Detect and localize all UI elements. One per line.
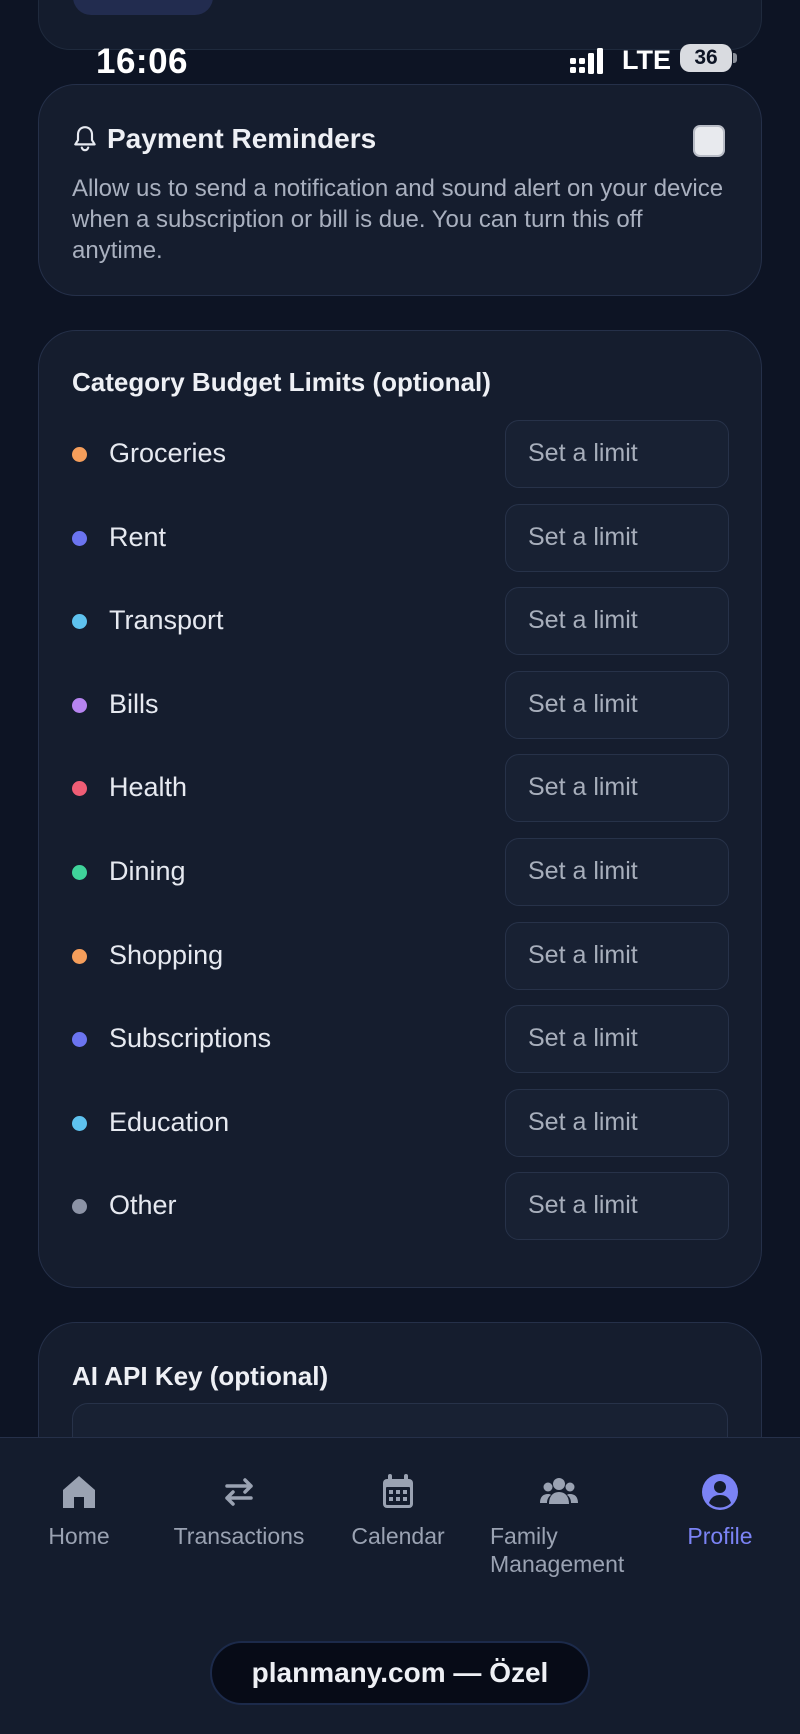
api-key-title: AI API Key (optional) <box>72 1361 329 1391</box>
bell-icon <box>74 126 96 152</box>
network-type: LTE <box>622 45 671 75</box>
limit-input-education[interactable]: Set a limit <box>505 1088 729 1157</box>
category-color-dot <box>72 1199 87 1215</box>
category-label: Subscriptions <box>109 1023 272 1054</box>
category-color-dot <box>72 781 87 797</box>
limit-input-other[interactable]: Set a limit <box>505 1172 729 1241</box>
nav-item-home[interactable]: Home <box>4 1472 154 1550</box>
limit-input-groceries[interactable]: Set a limit <box>505 420 729 488</box>
category-color-dot <box>72 614 87 630</box>
status-time: 16:06 <box>96 42 189 81</box>
category-label: Health <box>109 772 188 803</box>
budget-row-rent: Rent Set a limit <box>39 503 759 572</box>
budget-row-dining: Dining Set a limit <box>39 838 759 906</box>
nav-label-home: Home <box>48 1523 110 1549</box>
category-color-dot <box>72 948 87 964</box>
previous-card-button[interactable] <box>73 0 213 15</box>
nav-item-transactions[interactable]: Transactions <box>164 1472 314 1550</box>
home-icon <box>63 1476 95 1508</box>
category-label: Other <box>109 1190 177 1221</box>
limit-input-transport[interactable]: Set a limit <box>505 587 729 656</box>
battery-tip <box>733 53 737 63</box>
budget-row-shopping: Shopping Set a limit <box>39 921 759 990</box>
category-label: Bills <box>109 688 159 719</box>
budget-row-other: Other Set a limit <box>39 1172 759 1241</box>
category-budget-card: Category Budget Limits (optional) Grocer… <box>38 330 762 1288</box>
nav-item-profile[interactable]: Profile <box>645 1472 795 1550</box>
domain-badge: planmany.com — Özel <box>210 1641 590 1705</box>
payment-reminders-checkbox[interactable] <box>693 125 725 157</box>
budget-row-education: Education Set a limit <box>39 1088 759 1157</box>
budget-row-subscriptions: Subscriptions Set a limit <box>39 1005 759 1074</box>
nav-label-calendar: Calendar <box>351 1523 445 1549</box>
category-color-dot <box>72 1032 87 1048</box>
nav-label-family-management: Family Management <box>490 1523 625 1577</box>
nav-item-family-management[interactable]: Family Management <box>484 1472 634 1578</box>
payment-reminders-card: Payment Reminders Allow us to send a not… <box>38 84 762 296</box>
payment-reminders-title: Payment Reminders <box>107 123 377 154</box>
payment-reminders-description: Allow us to send a notification and soun… <box>72 175 724 264</box>
category-color-dot <box>72 530 87 546</box>
limit-input-health[interactable]: Set a limit <box>505 754 729 823</box>
nav-label-transactions: Transactions <box>173 1523 305 1549</box>
status-bar: 16:06 LTE 36 <box>0 38 800 82</box>
category-color-dot <box>72 697 87 713</box>
category-label: Rent <box>109 521 167 552</box>
budget-row-health: Health Set a limit <box>39 754 759 823</box>
limit-input-shopping[interactable]: Set a limit <box>505 921 729 990</box>
family-group-icon <box>540 1478 578 1504</box>
category-label: Groceries <box>109 438 227 468</box>
limit-input-rent[interactable]: Set a limit <box>505 503 729 572</box>
budget-row-bills: Bills Set a limit <box>39 670 759 739</box>
category-label: Transport <box>109 605 224 636</box>
battery-icon: 36 <box>680 44 732 72</box>
limit-input-subscriptions[interactable]: Set a limit <box>505 1005 729 1074</box>
nav-item-calendar[interactable]: Calendar <box>323 1472 473 1550</box>
transfer-arrows-icon <box>225 1478 253 1506</box>
category-label: Dining <box>109 856 186 886</box>
limit-input-bills[interactable]: Set a limit <box>505 670 729 739</box>
category-color-dot <box>72 865 87 880</box>
signal-icon <box>570 48 603 74</box>
category-color-dot <box>72 1115 87 1131</box>
calendar-icon <box>383 1474 413 1508</box>
profile-icon <box>702 1474 738 1510</box>
budget-row-groceries: Groceries Set a limit <box>39 420 759 488</box>
budget-row-transport: Transport Set a limit <box>39 587 759 656</box>
budget-title: Category Budget Limits (optional) <box>72 367 491 397</box>
nav-label-profile: Profile <box>687 1523 753 1549</box>
limit-input-dining[interactable]: Set a limit <box>505 838 729 906</box>
category-label: Education <box>109 1106 230 1137</box>
category-label: Shopping <box>109 939 224 970</box>
category-color-dot <box>72 447 87 462</box>
